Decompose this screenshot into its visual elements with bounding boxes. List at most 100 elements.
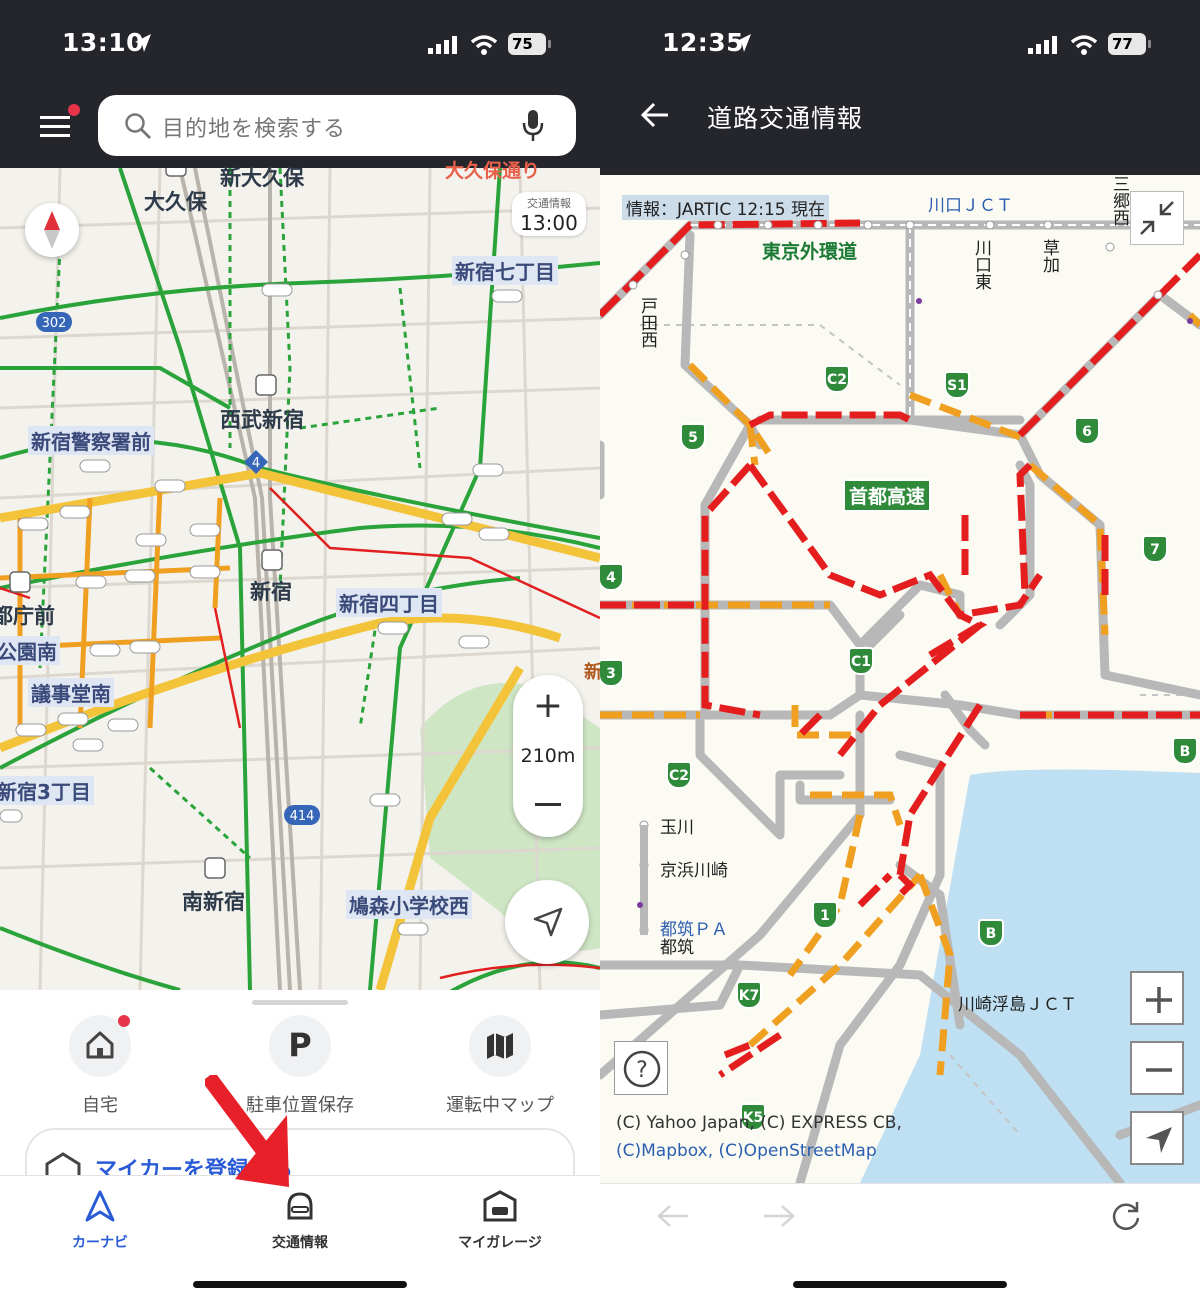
compass-button[interactable] [25, 203, 79, 257]
label-kawaguchi-higashi: 川口東 [971, 239, 991, 290]
notification-dot [118, 1015, 130, 1027]
map-label-shinjuku3: 新宿3丁目 [0, 776, 94, 805]
route-shield: B [1172, 737, 1198, 765]
current-location-button[interactable] [1130, 1111, 1184, 1165]
home-icon [86, 1031, 114, 1059]
route-shield: 7 [1142, 535, 1168, 563]
map-label-koen-minami: 公園南 [0, 636, 60, 665]
route-shield: S1 [944, 371, 970, 399]
info-timestamp: 情報：JARTIC 12:15 現在 [622, 195, 829, 220]
tab-label: マイガレージ [458, 1235, 542, 1251]
tab-label: カーナビ [72, 1235, 128, 1251]
back-arrow-icon[interactable] [640, 102, 670, 128]
map-label-gijido: 議事堂南 [28, 678, 114, 707]
map-label-police: 新宿警察署前 [28, 426, 154, 455]
quick-action-home[interactable]: 自宅 [40, 1015, 160, 1117]
status-time: 12:35 [662, 28, 745, 57]
label-tsuzuki: 都筑 [660, 938, 694, 958]
quick-action-label: 運転中マップ [446, 1095, 554, 1116]
minus-icon [1146, 1068, 1172, 1072]
status-bar: 12:35 77 [600, 0, 1200, 90]
map-label-shinjuku: 新宿 [250, 580, 292, 604]
battery-level: 77 [1112, 35, 1133, 53]
sheet-handle[interactable] [252, 1000, 348, 1005]
svg-text:?: ? [636, 1058, 648, 1083]
battery-level: 75 [512, 35, 533, 53]
label-shuto: 首都高速 [843, 479, 932, 512]
tab-car-navi[interactable]: カーナビ [20, 1190, 180, 1252]
zoom-in-button[interactable] [1130, 971, 1184, 1025]
map-label-minami-shinjuku: 南新宿 [182, 890, 245, 914]
reload-icon[interactable] [1110, 1200, 1142, 1232]
map-icon [487, 1033, 513, 1059]
map-label-shin: 新 [584, 662, 600, 683]
tab-my-garage[interactable]: マイガレージ [420, 1190, 580, 1252]
road-network: 302 4 414 [0, 168, 600, 990]
current-location-button[interactable] [505, 880, 589, 964]
collapse-icon [1140, 201, 1174, 235]
page-title: 道路交通情報 [707, 104, 864, 133]
map-view[interactable]: 302 4 414 新大久保 大久保 大久保通り 新宿七丁目 西武新宿 新宿警察… [0, 160, 600, 990]
search-input[interactable]: 目的地を検索する [162, 111, 346, 143]
status-bar: 13:10 75 [0, 0, 600, 90]
location-arrow-icon [533, 907, 563, 937]
traffic-badge-label: 交通情報 [527, 197, 571, 210]
collapse-map-button[interactable] [1130, 191, 1184, 245]
home-indicator [193, 1281, 407, 1288]
label-toda-nishi: 戸田西 [637, 297, 657, 348]
signal-icon [1028, 36, 1057, 54]
route-shield: 3 [600, 659, 624, 687]
garage-icon [483, 1190, 517, 1222]
location-arrow-icon [135, 34, 151, 52]
label-misato-nishi: 三郷西 [1109, 175, 1129, 226]
wifi-icon [1070, 35, 1098, 55]
navigation-icon [85, 1190, 115, 1222]
help-button[interactable]: ? [614, 1041, 668, 1095]
battery-icon: 75 [508, 33, 551, 55]
route-4-label: 4 [252, 456, 260, 471]
map-credit-line2[interactable]: (C)Mapbox, (C)OpenStreetMap [616, 1141, 877, 1161]
map-label-shinjuku4: 新宿四丁目 [336, 588, 442, 617]
quick-action-drive-map[interactable]: 運転中マップ [440, 1015, 560, 1117]
tab-traffic[interactable]: 交通情報 [220, 1190, 380, 1252]
wifi-icon [470, 35, 498, 55]
traffic-badge-time: 13:00 [520, 211, 578, 235]
zoom-out-button[interactable] [1130, 1041, 1184, 1095]
search-bar[interactable]: 目的地を検索する [98, 95, 576, 156]
signal-icon [428, 36, 457, 54]
map-credit-line1: (C) Yahoo Japan, (C) EXPRESS CB, [616, 1113, 902, 1133]
label-tamagawa: 玉川 [660, 818, 694, 838]
traffic-map[interactable]: 情報：JARTIC 12:15 現在 東京外環道 首都高速 川口ＪＣＴ 川口東 … [600, 175, 1200, 1183]
map-label-okubo: 大久保 [144, 190, 207, 214]
search-icon [125, 113, 151, 139]
zoom-out-button[interactable] [535, 803, 561, 806]
label-kawaguchi-jct: 川口ＪＣＴ [928, 196, 1013, 216]
compass-icon [44, 211, 60, 249]
map-label-tochomae: 都庁前 [0, 604, 55, 628]
plus-icon [1146, 987, 1172, 1013]
battery-icon: 77 [1108, 33, 1151, 55]
expressway-network [600, 219, 1200, 1183]
map-label-shinjuku7: 新宿七丁目 [452, 256, 558, 285]
home-indicator [793, 1281, 1007, 1288]
menu-icon[interactable] [40, 114, 70, 138]
route-shield: 1 [812, 901, 838, 929]
map-label-okubo-dori: 大久保通り [445, 160, 541, 182]
zoom-in-button[interactable]: + [513, 685, 583, 726]
map-label-hatomori: 鳩森小学校西 [346, 890, 472, 919]
zoom-scale: 210m [520, 745, 576, 767]
label-keihin-kawasaki: 京浜川崎 [660, 861, 728, 881]
help-icon: ? [623, 1050, 661, 1088]
traffic-time-badge: 交通情報 13:00 [512, 192, 586, 236]
back-icon[interactable] [656, 1204, 690, 1228]
left-screen: 13:10 75 目的地を検索する 302 4 414 新大久保 大久保 大久保… [0, 0, 600, 1301]
forward-icon[interactable] [762, 1204, 796, 1228]
route-shield: 5 [680, 423, 706, 451]
status-time: 13:10 [62, 28, 145, 57]
label-gaikan: 東京外環道 [762, 241, 858, 263]
right-screen: 12:35 77 道路交通情報 情報：JARTIC 12:15 現在 東京外環道… [600, 0, 1200, 1301]
route-shield: B [978, 919, 1004, 947]
red-arrow-annotation [205, 1075, 289, 1187]
app-bar: 道路交通情報 [600, 90, 1200, 175]
microphone-icon[interactable] [522, 109, 544, 143]
